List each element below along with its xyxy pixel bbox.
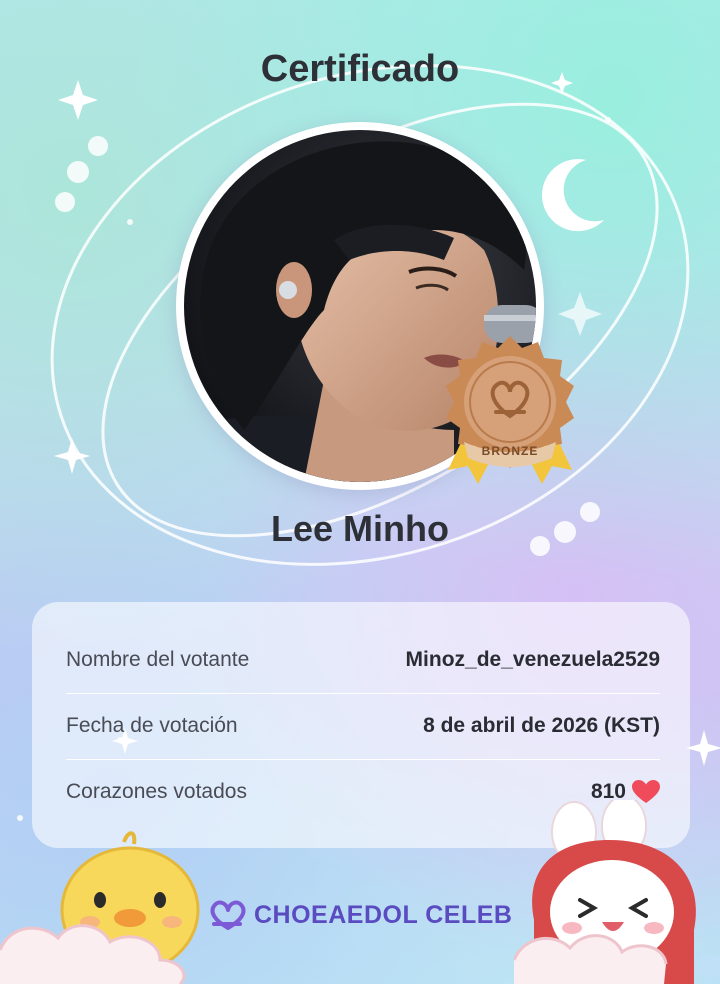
bronze-badge: BRONZE: [438, 330, 582, 490]
voter-name-row: Nombre del votante Minoz_de_venezuela252…: [66, 627, 660, 694]
celebrity-name: Lee Minho: [271, 508, 449, 549]
brand-name: CHOEAEDOL CELEB: [254, 900, 513, 929]
sparkle-icon: [54, 438, 90, 474]
vote-date-label: Fecha de votación: [66, 714, 238, 737]
bunny-mascot: [514, 800, 720, 984]
brand-heart-icon: [210, 900, 246, 930]
hearts-voted-label: Corazones votados: [66, 780, 247, 803]
badge-label: BRONZE: [481, 444, 539, 458]
brand-logo: CHOEAEDOL CELEB: [208, 895, 512, 935]
vote-date-value: 8 de abril de 2026 (KST): [423, 714, 660, 737]
moon-icon: [542, 159, 604, 232]
chick-mascot: [0, 831, 200, 984]
voter-name-value: Minoz_de_venezuela2529: [405, 648, 660, 671]
vote-date-row: Fecha de votación 8 de abril de 2026 (KS…: [66, 693, 660, 760]
voter-name-label: Nombre del votante: [66, 648, 250, 671]
sparkle-icon: [686, 730, 720, 766]
certificate-title: Certificado: [260, 48, 460, 90]
